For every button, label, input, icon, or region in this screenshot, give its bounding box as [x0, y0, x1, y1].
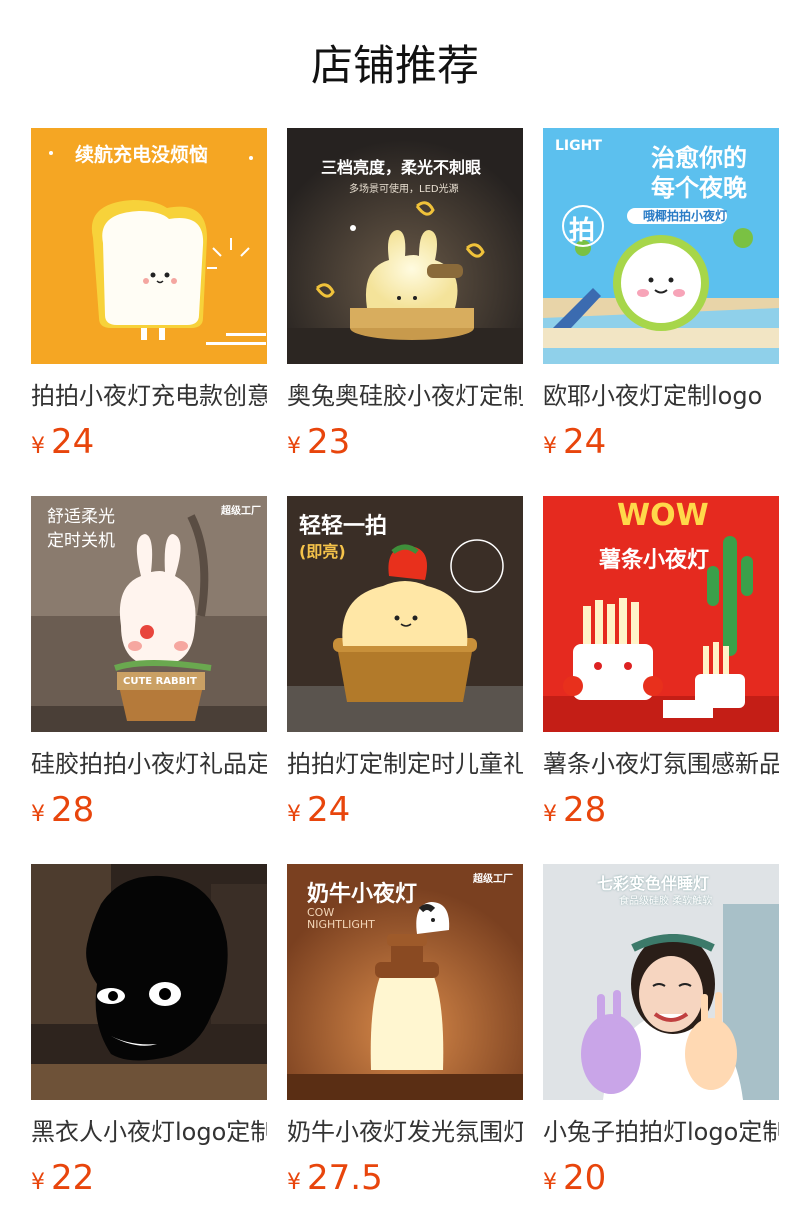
- product-card[interactable]: 超级工厂 奶牛小夜灯 COW NIGHTLIGHT 奶牛小夜灯发光氛围灯 ¥27…: [287, 864, 523, 1204]
- product-card[interactable]: 超级工厂 舒适柔光 定时关机 CUTE RABBIT 硅胶拍拍小夜灯礼品定 ¥2…: [31, 496, 267, 836]
- rabbit-plant-lamp-image[interactable]: 超级工厂 舒适柔光 定时关机 CUTE RABBIT: [31, 496, 267, 732]
- price-amount: 24: [563, 422, 607, 462]
- thumb-brand: 超级工厂: [473, 874, 513, 885]
- product-price: ¥20: [543, 1158, 779, 1204]
- thumb-subline: 食品级硅胶 柔软触软: [619, 896, 713, 907]
- thumb-headline: 七彩变色伴睡灯: [597, 874, 710, 893]
- product-price: ¥22: [31, 1158, 267, 1204]
- bunny-lamp-image[interactable]: 三档亮度，柔光不刺眼 多场景可使用，LED光源: [287, 128, 523, 364]
- price-amount: 28: [563, 790, 607, 830]
- product-card[interactable]: 轻轻一拍 (即亮) 拍拍灯定制定时儿童礼 ¥24: [287, 496, 523, 836]
- price-amount: 22: [51, 1158, 95, 1198]
- currency-symbol: ¥: [31, 802, 45, 827]
- product-card[interactable]: WOW 薯条小夜灯 薯条小夜灯氛围感新品 ¥28: [543, 496, 779, 836]
- price-amount: 20: [563, 1158, 607, 1198]
- thumb-headline-2: 定时关机: [47, 531, 115, 551]
- thumb-pai-text: 拍: [569, 216, 596, 246]
- product-card[interactable]: 续航充电没烦恼 拍拍小夜灯充电款创意 ¥24: [31, 128, 267, 468]
- product-card[interactable]: LIGHT 治愈你的 每个夜晚 哦椰拍拍小夜灯 拍 欧耶小夜灯定制logo ¥2…: [543, 128, 779, 468]
- cow-lamp-image[interactable]: 超级工厂 奶牛小夜灯 COW NIGHTLIGHT: [287, 864, 523, 1100]
- currency-symbol: ¥: [31, 434, 45, 459]
- thumb-brand: 超级工厂: [221, 506, 261, 517]
- coconut-lamp-image[interactable]: LIGHT 治愈你的 每个夜晚 哦椰拍拍小夜灯 拍: [543, 128, 779, 364]
- thumb-headline-2: (即亮): [299, 542, 346, 561]
- thumb-headline-2: 每个夜晚: [651, 174, 747, 202]
- product-name[interactable]: 薯条小夜灯氛围感新品: [543, 748, 779, 780]
- thumb-headline-2: 薯条小夜灯: [599, 548, 710, 573]
- toast-lamp-image[interactable]: 续航充电没烦恼: [31, 128, 267, 364]
- product-price: ¥23: [287, 422, 523, 468]
- thumb-badge: 哦椰拍拍小夜灯: [643, 209, 728, 223]
- product-price: ¥28: [31, 790, 267, 836]
- price-amount: 24: [51, 422, 95, 462]
- price-amount: 27.5: [307, 1158, 383, 1198]
- thumb-headline: WOW: [617, 498, 709, 533]
- thumb-headline: 舒适柔光: [47, 507, 115, 527]
- thumb-headline: 续航充电没烦恼: [75, 144, 209, 166]
- thumb-headline: 三档亮度，柔光不刺眼: [321, 158, 482, 177]
- cake-lamp-image[interactable]: 轻轻一拍 (即亮): [287, 496, 523, 732]
- thumb-subline: 多场景可使用，LED光源: [349, 184, 459, 195]
- product-name[interactable]: 奥兔奥硅胶小夜灯定制: [287, 380, 523, 412]
- currency-symbol: ¥: [31, 1170, 45, 1195]
- product-price: ¥24: [287, 790, 523, 836]
- product-name[interactable]: 黑衣人小夜灯logo定制: [31, 1116, 267, 1148]
- currency-symbol: ¥: [287, 802, 301, 827]
- product-card[interactable]: 三档亮度，柔光不刺眼 多场景可使用，LED光源 奥兔奥硅胶小夜灯定制 ¥23: [287, 128, 523, 468]
- thumb-subline-2: NIGHTLIGHT: [307, 918, 375, 931]
- product-name[interactable]: 硅胶拍拍小夜灯礼品定: [31, 748, 267, 780]
- fries-lamp-image[interactable]: WOW 薯条小夜灯: [543, 496, 779, 732]
- product-card[interactable]: 黑衣人小夜灯logo定制 ¥22: [31, 864, 267, 1204]
- product-name[interactable]: 欧耶小夜灯定制logo: [543, 380, 779, 412]
- thumb-headline: 奶牛小夜灯: [307, 882, 418, 907]
- shop-recommendations-page: 店铺推荐 续航充电没烦恼 拍拍小夜灯充电款创意 ¥ 24 三档亮度，柔光不刺眼 …: [0, 0, 790, 1232]
- product-price: ¥24: [543, 422, 779, 468]
- currency-symbol: ¥: [287, 1170, 301, 1195]
- thumb-headline: 轻轻一拍: [299, 514, 388, 539]
- bunny-girl-lamp-image[interactable]: 七彩变色伴睡灯 食品级硅胶 柔软触软: [543, 864, 779, 1100]
- currency-symbol: ¥: [543, 802, 557, 827]
- price-amount: 28: [51, 790, 95, 830]
- product-name[interactable]: 小兔子拍拍灯logo定制: [543, 1116, 779, 1148]
- black-head-lamp-image[interactable]: [31, 864, 267, 1100]
- thumb-pot-text: CUTE RABBIT: [123, 676, 197, 687]
- product-card[interactable]: 七彩变色伴睡灯 食品级硅胶 柔软触软 小兔子拍拍灯logo定制 ¥20: [543, 864, 779, 1204]
- product-price: ¥28: [543, 790, 779, 836]
- thumb-corner-text: LIGHT: [555, 138, 602, 154]
- product-price: ¥27.5: [287, 1158, 523, 1204]
- product-price: ¥24: [31, 422, 267, 468]
- currency-symbol: ¥: [287, 434, 301, 459]
- product-name[interactable]: 奶牛小夜灯发光氛围灯: [287, 1116, 523, 1148]
- currency-symbol: ¥: [543, 434, 557, 459]
- page-title: 店铺推荐: [310, 41, 479, 90]
- price-amount: 23: [307, 422, 351, 462]
- price-amount: 24: [307, 790, 351, 830]
- product-name[interactable]: 拍拍小夜灯充电款创意: [31, 380, 267, 412]
- product-name[interactable]: 拍拍灯定制定时儿童礼: [287, 748, 523, 780]
- product-grid: 续航充电没烦恼 拍拍小夜灯充电款创意 ¥24 三档亮度，柔光不刺眼 多场景可使用…: [31, 128, 779, 1204]
- currency-symbol: ¥: [543, 1170, 557, 1195]
